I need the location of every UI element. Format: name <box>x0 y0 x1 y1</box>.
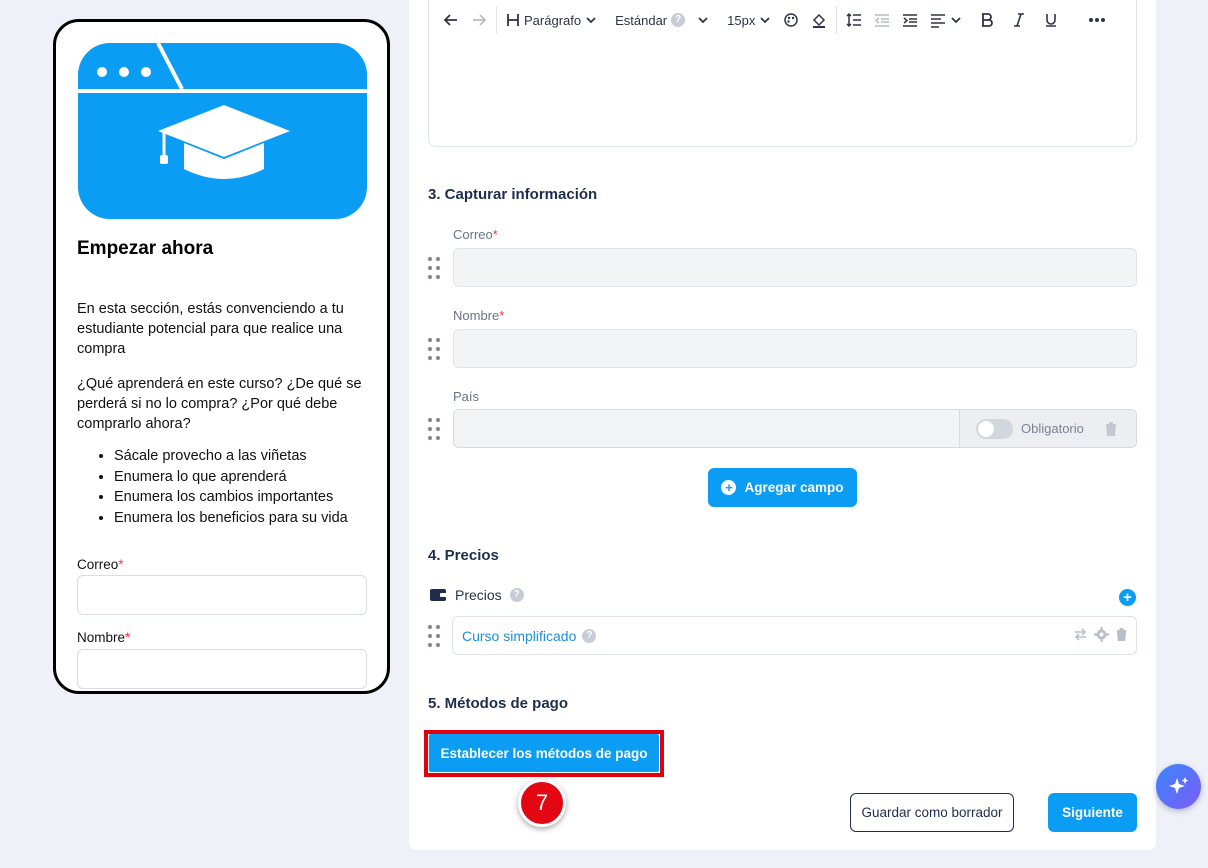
align-left-icon <box>931 14 946 28</box>
heading-icon <box>507 14 519 26</box>
chevron-down-icon <box>698 17 708 24</box>
line-height-icon <box>846 12 862 28</box>
sparkle-icon <box>1168 776 1188 794</box>
paint-bucket-icon <box>813 13 826 28</box>
gear-icon[interactable] <box>1094 627 1109 642</box>
chevron-down-icon <box>586 17 596 24</box>
undo-button[interactable] <box>437 6 465 34</box>
highlight-color-button[interactable] <box>805 6 833 34</box>
trash-icon[interactable] <box>1104 421 1118 437</box>
price-item-name[interactable]: Curso simplificado <box>462 628 576 644</box>
preview-paragraph: ¿Qué aprenderá en este curso? ¿De qué se… <box>77 376 362 432</box>
help-icon: ? <box>582 628 597 643</box>
list-item: Enumera los cambios importantes <box>114 487 384 508</box>
italic-icon <box>1014 13 1025 27</box>
preview-name-label: Nombre* <box>77 630 131 645</box>
next-button[interactable]: Siguiente <box>1048 793 1137 832</box>
preview-email-label: Correo* <box>77 557 124 572</box>
redo-button[interactable] <box>465 6 493 34</box>
mobile-preview: Empezar ahora En esta sección, estás con… <box>53 19 390 694</box>
arrow-right-icon <box>473 14 487 26</box>
price-item[interactable]: Curso simplificado ? <box>452 616 1137 655</box>
chevron-down-icon <box>951 17 961 24</box>
heading-select[interactable]: Parágrafo <box>500 6 603 34</box>
underline-button[interactable] <box>1038 6 1064 34</box>
section-pricing-heading: 4. Precios <box>428 547 499 564</box>
indent-icon <box>903 14 918 27</box>
indent-button[interactable] <box>896 6 924 34</box>
pricing-label-row: Precios ? <box>430 587 524 603</box>
field-label: Correo* <box>453 227 498 242</box>
required-toggle[interactable] <box>976 418 1013 439</box>
list-item: Sácale provecho a las viñetas <box>114 446 384 467</box>
field-options: Obligatorio <box>959 410 1136 447</box>
font-size-label: 15px <box>727 12 756 28</box>
drag-handle-icon[interactable] <box>428 625 442 647</box>
font-size-select[interactable]: 15px <box>721 6 777 34</box>
help-icon: ? <box>671 13 686 27</box>
add-field-button[interactable]: + Agregar campo <box>708 468 857 507</box>
email-field[interactable] <box>453 248 1137 287</box>
italic-button[interactable] <box>1006 6 1032 34</box>
preview-title: Empezar ahora <box>77 238 214 259</box>
ai-assistant-button[interactable] <box>1156 764 1201 809</box>
drag-handle-icon[interactable] <box>428 257 442 279</box>
help-icon: ? <box>509 588 524 602</box>
step-number-badge: 7 <box>518 779 566 827</box>
swap-icon[interactable] <box>1073 627 1088 642</box>
list-item: Enumera los beneficios para su vida <box>114 508 384 529</box>
save-draft-button[interactable]: Guardar como borrador <box>850 793 1014 832</box>
heading-select-label: Parágrafo <box>524 12 582 28</box>
drag-handle-icon[interactable] <box>428 338 442 360</box>
bold-button[interactable] <box>974 6 1000 34</box>
editor-panel: Parágrafo Estándar ? 15px 3. Capturar in… <box>409 0 1156 850</box>
field-label: Nombre* <box>453 308 505 323</box>
underline-icon <box>1046 14 1057 27</box>
wallet-icon <box>430 589 447 601</box>
editor-toolbar: Parágrafo Estándar ? 15px <box>437 6 1112 34</box>
line-height-button[interactable] <box>840 6 868 34</box>
rich-text-editor[interactable]: Parágrafo Estándar ? 15px <box>428 0 1137 147</box>
section-payment-heading: 5. Métodos de pago <box>428 695 569 712</box>
style-select-label: Estándar <box>615 12 668 28</box>
plus-icon: + <box>721 480 737 495</box>
set-payment-methods-button[interactable]: Establecer los métodos de pago <box>429 734 659 772</box>
text-color-button[interactable] <box>777 6 805 34</box>
more-horizontal-icon <box>1089 18 1106 22</box>
list-item: Enumera lo que aprenderá <box>114 467 384 488</box>
name-field[interactable] <box>453 329 1137 368</box>
trash-icon[interactable] <box>1115 627 1128 642</box>
outdent-button[interactable] <box>868 6 896 34</box>
preview-paragraph: En esta sección, estás convenciendo a tu… <box>77 301 344 357</box>
field-label: País <box>453 389 480 404</box>
align-select[interactable] <box>924 6 968 34</box>
country-field[interactable]: Obligatorio <box>453 409 1137 448</box>
add-price-button[interactable]: + <box>1119 589 1136 606</box>
chevron-down-icon <box>760 17 770 24</box>
required-toggle-label: Obligatorio <box>1021 421 1084 436</box>
palette-icon <box>784 13 799 27</box>
preview-name-field[interactable] <box>77 649 367 689</box>
outdent-icon <box>875 14 890 27</box>
style-select[interactable]: Estándar ? <box>609 6 715 34</box>
section-capture-heading: 3. Capturar información <box>428 186 598 203</box>
drag-handle-icon[interactable] <box>428 418 442 440</box>
arrow-left-icon <box>443 14 457 26</box>
preview-bullet-list: Sácale provecho a las viñetas Enumera lo… <box>114 446 384 528</box>
bold-icon <box>982 13 994 27</box>
price-actions <box>1073 627 1128 642</box>
preview-email-field[interactable] <box>77 575 367 615</box>
graduation-browser-icon <box>78 43 367 219</box>
more-options-button[interactable] <box>1082 6 1112 34</box>
